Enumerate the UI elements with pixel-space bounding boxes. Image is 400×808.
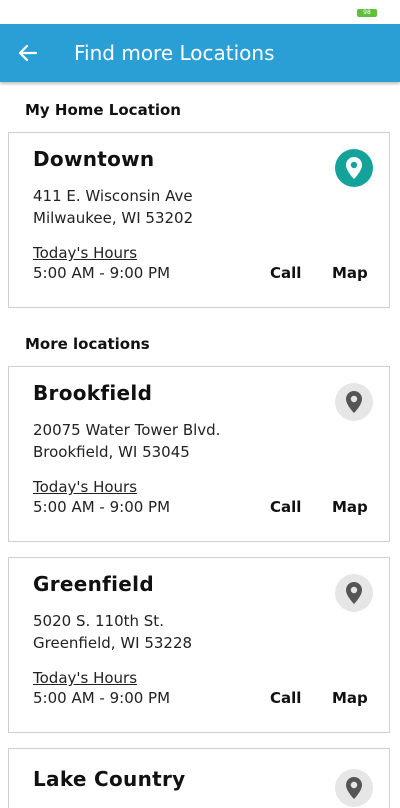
location-card[interactable]: Brookfield 20075 Water Tower Blvd. Brook…: [8, 366, 390, 542]
map-button[interactable]: Map: [332, 498, 368, 516]
map-button[interactable]: Map: [332, 689, 368, 707]
address-line-2: Greenfield, WI 53228: [33, 634, 193, 652]
location-address: 20075 Water Tower Blvd. Brookfield, WI 5…: [33, 419, 220, 463]
call-button[interactable]: Call: [270, 264, 301, 282]
address-line-1: 5020 S. 110th St.: [33, 612, 164, 630]
location-card-home[interactable]: Downtown 411 E. Wisconsin Ave Milwaukee,…: [8, 132, 390, 308]
todays-hours-link[interactable]: Today's Hours: [33, 478, 137, 496]
location-name: Downtown: [33, 147, 155, 171]
address-line-1: 20075 Water Tower Blvd.: [33, 421, 221, 439]
battery-indicator: 98: [357, 9, 377, 17]
map-button[interactable]: Map: [332, 264, 368, 282]
section-title-more: More locations: [25, 335, 150, 353]
todays-hours-link[interactable]: Today's Hours: [33, 244, 137, 262]
address-line-2: Brookfield, WI 53045: [33, 443, 190, 461]
call-button[interactable]: Call: [270, 498, 301, 516]
location-name: Brookfield: [33, 381, 153, 405]
hours-value: 5:00 AM - 9:00 PM: [33, 498, 171, 516]
location-name: Lake Country: [33, 767, 186, 791]
page-title: Find more Locations: [74, 41, 275, 65]
location-card[interactable]: Greenfield 5020 S. 110th St. Greenfield,…: [8, 557, 390, 733]
todays-hours-link[interactable]: Today's Hours: [33, 669, 137, 687]
back-button[interactable]: [12, 37, 44, 69]
location-card[interactable]: Lake Country: [8, 748, 390, 808]
hours-value: 5:00 AM - 9:00 PM: [33, 264, 171, 282]
location-pin-icon: [335, 149, 373, 187]
location-pin-icon: [335, 574, 373, 612]
location-pin-icon: [335, 769, 373, 807]
app-bar: Find more Locations: [0, 24, 400, 82]
location-pin-icon: [335, 383, 373, 421]
address-line-1: 411 E. Wisconsin Ave: [33, 187, 193, 205]
location-name: Greenfield: [33, 572, 154, 596]
call-button[interactable]: Call: [270, 689, 301, 707]
hours-value: 5:00 AM - 9:00 PM: [33, 689, 171, 707]
address-line-2: Milwaukee, WI 53202: [33, 209, 194, 227]
arrow-left-icon: [18, 44, 38, 62]
location-address: 411 E. Wisconsin Ave Milwaukee, WI 53202: [33, 185, 193, 229]
location-address: 5020 S. 110th St. Greenfield, WI 53228: [33, 610, 192, 654]
section-title-home: My Home Location: [25, 101, 181, 119]
status-bar: 98: [0, 0, 400, 24]
